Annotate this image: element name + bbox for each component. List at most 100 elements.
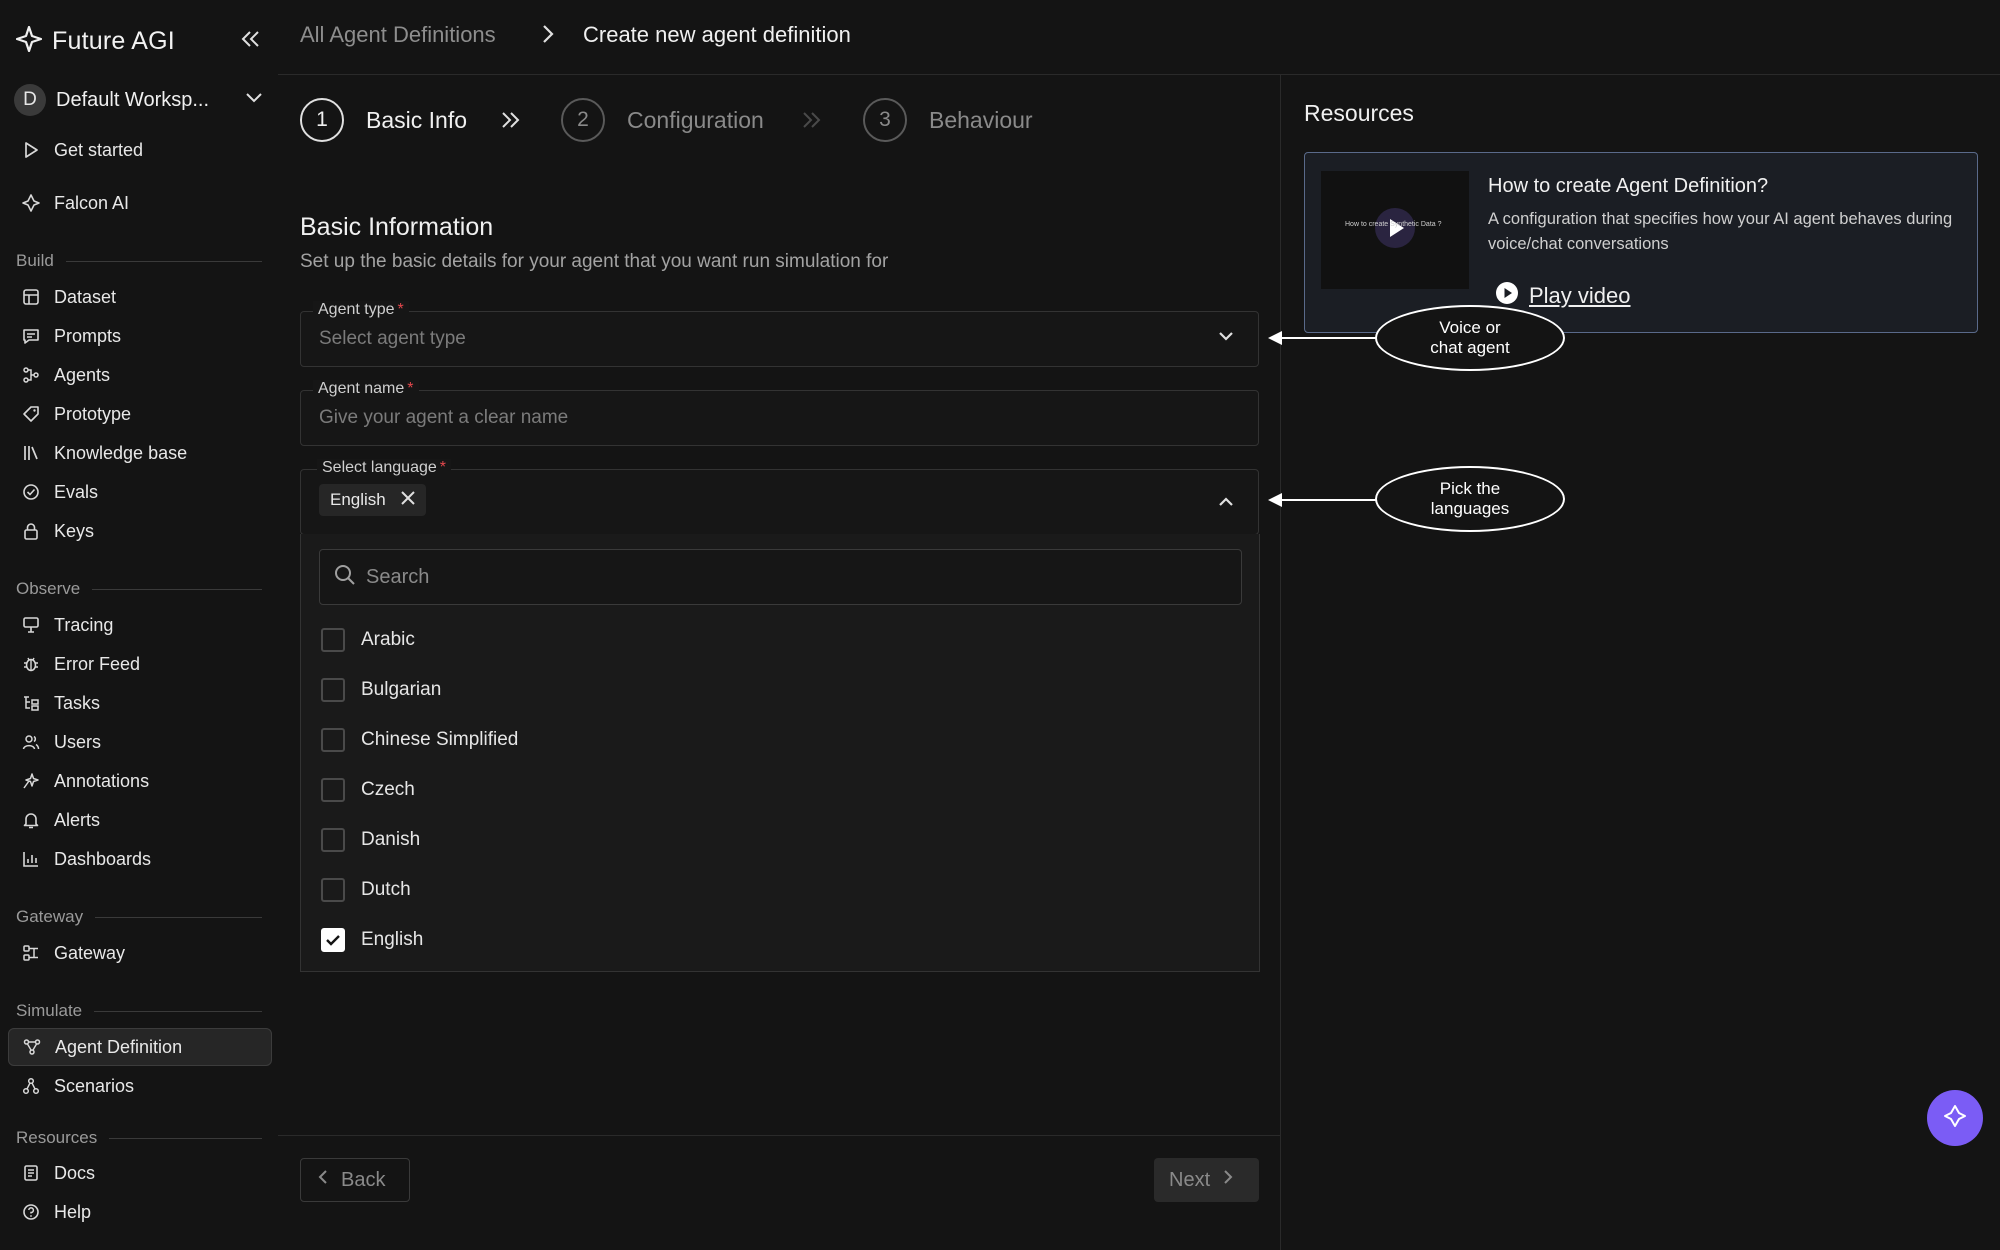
nav-get-started[interactable]: Get started [8,131,272,169]
chevron-up-icon[interactable] [1216,494,1236,513]
nav-help[interactable]: Help [8,1193,272,1231]
nav-evals[interactable]: Evals [8,473,272,511]
nav-tasks[interactable]: Tasks [8,684,272,722]
double-chevron-icon [500,110,522,135]
play-outline-icon [20,139,42,161]
chevron-left-icon [317,1168,329,1192]
checkbox[interactable] [321,678,345,702]
nav-agent-definition[interactable]: Agent Definition [8,1028,272,1066]
nav-prototype[interactable]: Prototype [8,395,272,433]
help-icon [20,1201,42,1223]
play-video-link[interactable]: Play video [1495,281,1631,310]
falcon-icon [1942,1103,1968,1134]
step-number: 2 [561,98,605,142]
nav-scenarios[interactable]: Scenarios [8,1067,272,1105]
tag-icon [20,403,42,425]
nav-label: Dashboards [54,848,152,869]
brand-logo[interactable]: Future AGI [15,25,175,57]
checkbox-checked[interactable] [321,928,345,952]
language-option-bulgarian[interactable]: Bulgarian [321,670,441,710]
play-icon [1373,206,1417,255]
agent-name-field[interactable]: Agent name * Give your agent a clear name [300,380,1259,446]
nav-knowledge-base[interactable]: Knowledge base [8,434,272,472]
agent-type-select[interactable]: Agent type * Select agent type [300,301,1259,367]
future-agi-logo-icon [15,25,43,57]
language-option-czech[interactable]: Czech [321,770,415,810]
nav-falcon-ai[interactable]: Falcon AI [8,184,272,222]
section-subtitle: Set up the basic details for your agent … [300,251,889,272]
nav-agents[interactable]: Agents [8,356,272,394]
nav-dataset[interactable]: Dataset [8,278,272,316]
callout-agent-type: Voice or chat agent [1375,305,1565,371]
language-option-danish[interactable]: Danish [321,820,420,860]
callout-arrow-line [1280,337,1376,339]
section-title: Basic Information [300,213,494,241]
language-option-dutch[interactable]: Dutch [321,870,411,910]
language-select[interactable]: Select language * English [300,459,1259,535]
assistant-fab[interactable] [1927,1090,1983,1146]
agent-definition-icon [21,1036,43,1058]
tasks-icon [20,692,42,714]
section-resources: Resources [16,1128,262,1148]
back-button[interactable]: Back [300,1158,410,1202]
language-search-input[interactable] [366,565,1226,589]
tracing-icon [20,614,42,636]
footer-divider [278,1135,1281,1136]
checkbox[interactable] [321,728,345,752]
close-icon[interactable] [400,490,416,511]
step-configuration[interactable]: 2 Configuration [561,98,764,142]
search-icon [334,564,356,591]
language-dropdown: Arabic Bulgarian Chinese Simplified Czec… [300,534,1260,972]
video-thumbnail[interactable]: How to create Synthetic Data ? [1321,171,1469,289]
main-panel: 1 Basic Info 2 Configuration 3 Behaviour… [278,75,1281,1250]
nav-gateway[interactable]: Gateway [8,934,272,972]
nav-label: Annotations [54,770,150,791]
table-icon [20,286,42,308]
nav-keys[interactable]: Keys [8,512,272,550]
checkbox[interactable] [321,828,345,852]
nav-tracing[interactable]: Tracing [8,606,272,644]
nav-prompts[interactable]: Prompts [8,317,272,355]
chip-label: English [330,490,386,509]
check-circle-icon [20,481,42,503]
next-button[interactable]: Next [1154,1158,1259,1202]
section-observe: Observe [16,579,262,599]
nav-docs[interactable]: Docs [8,1154,272,1192]
language-option-english[interactable]: English [321,920,423,960]
language-label: Select language * [317,459,451,477]
language-chip: English [319,484,426,516]
checkbox[interactable] [321,628,345,652]
chevron-right-icon [1222,1168,1234,1192]
workspace-selector[interactable]: D Default Worksp... [14,84,264,116]
nav-error-feed[interactable]: Error Feed [8,645,272,683]
checkbox[interactable] [321,778,345,802]
section-simulate: Simulate [16,1001,262,1021]
breadcrumb-parent[interactable]: All Agent Definitions [300,22,496,48]
nav-users[interactable]: Users [8,723,272,761]
checkbox[interactable] [321,878,345,902]
language-search[interactable] [319,549,1242,605]
nav-annotations[interactable]: Annotations [8,762,272,800]
callout-arrow-head [1268,331,1282,345]
step-behaviour[interactable]: 3 Behaviour [863,98,1033,142]
users-icon [20,731,42,753]
language-option-chinese-simplified[interactable]: Chinese Simplified [321,720,518,760]
nav-label: Falcon AI [54,192,130,213]
nav-label: Docs [54,1162,96,1183]
nav-alerts[interactable]: Alerts [8,801,272,839]
step-number: 1 [300,98,344,142]
resource-card[interactable]: How to create Synthetic Data ? How to cr… [1304,152,1978,333]
nav-label: Help [54,1201,92,1222]
lock-icon [20,520,42,542]
language-option-arabic[interactable]: Arabic [321,620,415,660]
nav-dashboards[interactable]: Dashboards [8,840,272,878]
collapse-sidebar-icon[interactable] [238,26,264,52]
callout-arrow-line [1280,499,1376,501]
nav-label: Agent Definition [55,1036,183,1057]
agent-name-label: Agent name * [313,380,419,398]
step-basic-info[interactable]: 1 Basic Info [300,98,467,142]
resource-card-description: A configuration that specifies how your … [1488,210,1953,253]
step-number: 3 [863,98,907,142]
nav-label: Scenarios [54,1075,135,1096]
bug-icon [20,653,42,675]
